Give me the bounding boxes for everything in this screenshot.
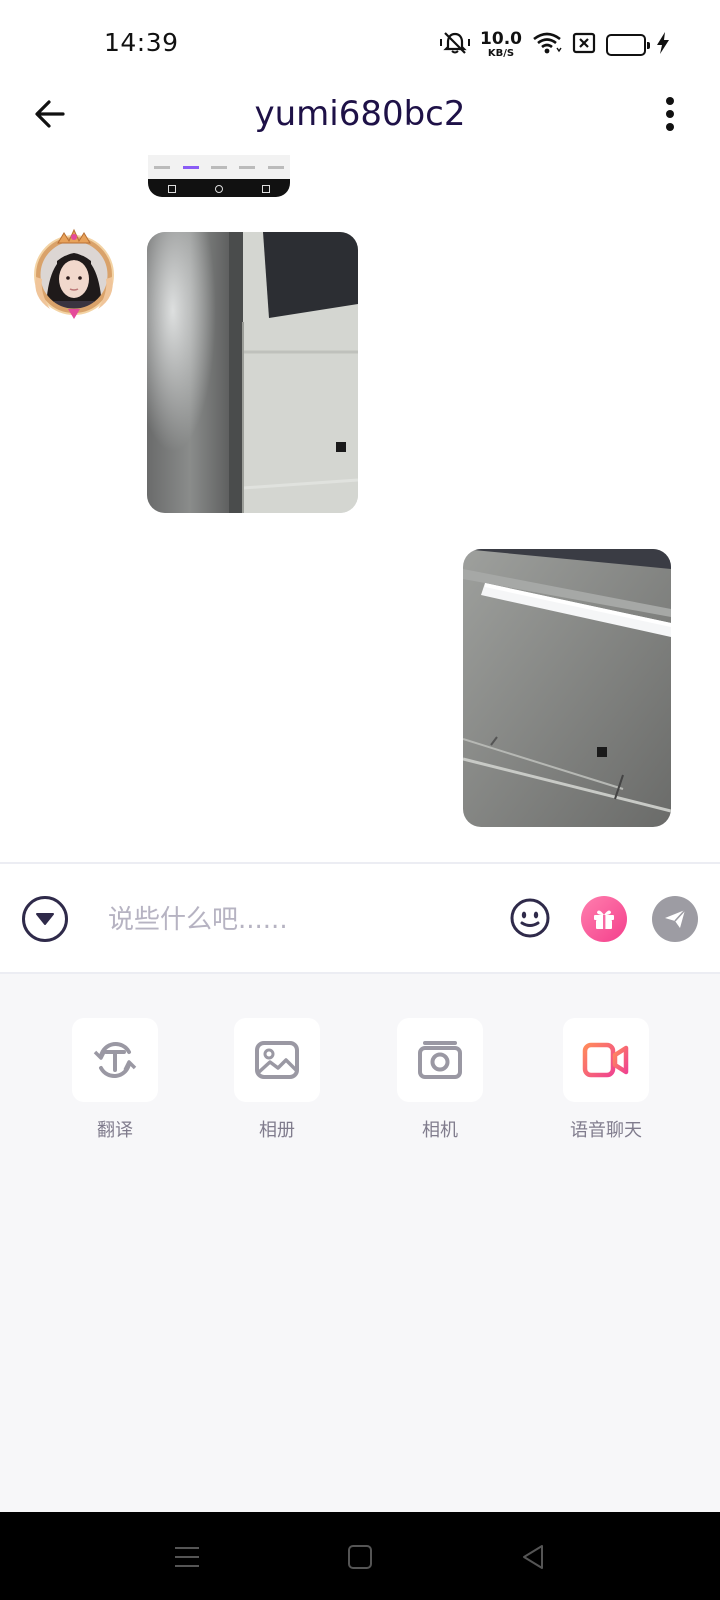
network-speed: 10.0 KB/S <box>480 31 522 59</box>
mute-vibrate-icon <box>440 30 471 60</box>
tool-translate[interactable]: 翻译 <box>65 1018 165 1142</box>
emoji-button[interactable] <box>508 896 552 940</box>
status-bar: 14:39 10.0 KB/S <box>0 0 720 90</box>
tool-voice-chat-label: 语音聊天 <box>570 1120 642 1141</box>
battery-icon <box>606 34 650 56</box>
chat-header: yumi680bc2 <box>0 80 720 150</box>
network-speed-value: 10.0 <box>480 29 522 49</box>
no-sim-icon <box>572 32 596 58</box>
image-message-received[interactable] <box>147 232 358 513</box>
network-speed-unit: KB/S <box>487 48 515 59</box>
send-button[interactable] <box>652 896 698 942</box>
chat-title: yumi680bc2 <box>254 94 466 134</box>
tool-voice-chat[interactable]: 语音聊天 <box>556 1018 656 1142</box>
gift-button[interactable] <box>581 896 627 942</box>
wifi-icon <box>532 31 562 59</box>
tool-tile <box>563 1018 649 1102</box>
message-input[interactable] <box>108 894 478 946</box>
image-message-partial[interactable] <box>148 155 290 197</box>
chevron-down-circle-icon <box>36 913 54 925</box>
collapse-panel-button[interactable] <box>22 896 68 942</box>
tool-album[interactable]: 相册 <box>227 1018 327 1142</box>
composer-bar <box>0 862 720 974</box>
extras-panel: 翻译 相册 相机 语音聊天 <box>0 974 720 1514</box>
album-icon <box>255 1041 299 1079</box>
recents-button[interactable] <box>172 1542 202 1572</box>
send-icon <box>665 909 686 928</box>
image-message-sent[interactable] <box>463 549 671 827</box>
home-button[interactable] <box>345 1542 375 1572</box>
tool-tile <box>72 1018 158 1102</box>
camera-icon <box>418 1041 462 1079</box>
back-triangle-icon <box>523 1545 543 1569</box>
avatar[interactable] <box>28 227 120 319</box>
emoji-icon <box>510 898 550 938</box>
tool-tile <box>397 1018 483 1102</box>
video-call-icon <box>582 1042 629 1078</box>
more-vertical-icon <box>666 97 674 131</box>
menu-icon <box>175 1547 199 1567</box>
home-icon <box>348 1545 372 1569</box>
more-menu-button[interactable] <box>650 92 690 136</box>
tool-camera[interactable]: 相机 <box>390 1018 490 1142</box>
status-icons: 10.0 KB/S <box>440 26 670 64</box>
translate-icon <box>93 1041 137 1079</box>
tool-translate-label: 翻译 <box>97 1120 133 1141</box>
tool-camera-label: 相机 <box>422 1120 458 1141</box>
status-time: 14:39 <box>104 28 179 57</box>
message-list[interactable] <box>0 155 720 863</box>
system-nav-bar <box>0 1512 720 1600</box>
tool-tile <box>234 1018 320 1102</box>
charging-icon <box>656 31 670 59</box>
tool-album-label: 相册 <box>259 1120 295 1141</box>
system-back-button[interactable] <box>518 1542 548 1572</box>
gift-icon <box>594 910 614 929</box>
